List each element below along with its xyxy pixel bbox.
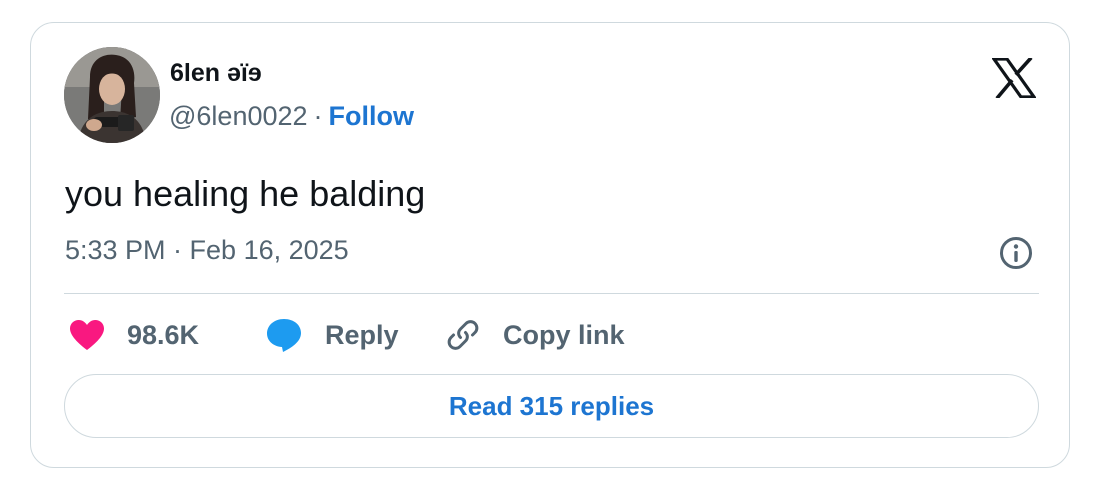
author-display-name[interactable]: 6len əïɘ — [170, 59, 262, 88]
avatar[interactable] — [64, 47, 160, 143]
link-icon — [445, 317, 481, 353]
author-handle-row: @6len0022 · Follow — [169, 101, 414, 132]
reply-button[interactable]: Reply — [265, 313, 399, 357]
user-avatar-photo-icon — [64, 47, 160, 143]
handle-separator: · — [313, 101, 323, 131]
like-button[interactable]: 98.6K — [69, 313, 199, 357]
follow-button[interactable]: Follow — [329, 101, 414, 131]
like-count: 98.6K — [127, 319, 200, 350]
read-replies-label: Read 315 replies — [448, 390, 655, 421]
tweet-timestamp[interactable]: 5:33 PM · Feb 16, 2025 — [65, 235, 349, 266]
copy-link-label: Copy link — [503, 319, 625, 350]
speech-bubble-icon — [265, 317, 303, 353]
info-icon[interactable] — [998, 235, 1034, 271]
tweet-text: you healing he balding — [65, 173, 426, 214]
copy-link-button[interactable]: Copy link — [445, 313, 625, 357]
reply-label: Reply — [325, 319, 399, 350]
divider — [64, 293, 1039, 294]
author-handle[interactable]: @6len0022 — [169, 101, 308, 131]
x-logo-icon[interactable] — [990, 56, 1038, 100]
read-replies-button[interactable]: Read 315 replies — [64, 374, 1039, 438]
heart-icon — [69, 319, 105, 351]
tweet-card: 6len əïɘ @6len0022 · Follow you healing he… — [30, 22, 1070, 468]
